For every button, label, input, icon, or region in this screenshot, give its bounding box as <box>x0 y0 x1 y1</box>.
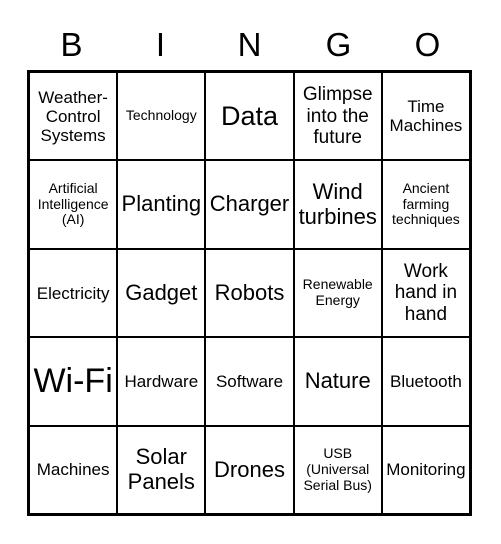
bingo-cell[interactable]: Nature <box>294 338 383 425</box>
bingo-cell-label: Software <box>215 371 284 391</box>
bingo-grid: Weather-Control Systems Technology Data … <box>27 70 472 516</box>
bingo-cell-label: Monitoring <box>386 460 466 480</box>
bingo-cell-label: Work hand in hand <box>394 261 458 325</box>
bingo-cell-label: Robots <box>214 279 285 305</box>
bingo-cell[interactable]: Robots <box>206 249 295 337</box>
bingo-cell-label: Gadget <box>125 279 198 305</box>
bingo-cell[interactable]: Monitoring <box>382 426 470 514</box>
bingo-cell[interactable]: Wi-Fi <box>30 338 119 425</box>
bingo-cell[interactable]: Hardware <box>118 338 207 425</box>
bingo-cell[interactable]: Gadget <box>118 249 207 337</box>
bingo-cell[interactable]: Ancient farming techniques <box>382 161 470 248</box>
bingo-cell-label: Electricity <box>36 283 110 303</box>
bingo-cell-label: Drones <box>214 456 285 482</box>
bingo-row: Weather-Control Systems Technology Data … <box>30 73 470 162</box>
bingo-cell-label: Planting <box>121 191 202 217</box>
bingo-header-letter-o: O <box>414 25 441 63</box>
bingo-cell[interactable]: Electricity <box>30 249 119 337</box>
bingo-row: Electricity Gadget Robots Renewable Ener… <box>30 249 470 339</box>
bingo-cell-label: Bluetooth <box>389 371 462 391</box>
bingo-cell-label: Nature <box>304 368 371 394</box>
bingo-cell-label: Weather-Control Systems <box>38 87 108 145</box>
bingo-cell-label: USB (Universal Serial Bus) <box>303 445 372 493</box>
bingo-cell-label: Data <box>220 101 279 132</box>
bingo-header-letter-b: B <box>60 25 83 63</box>
bingo-cell[interactable]: Work hand in hand <box>382 249 470 337</box>
bingo-cell-label: Time Machines <box>389 97 463 136</box>
bingo-header-letter-g: G <box>325 25 352 63</box>
bingo-header-row: B I N G O <box>27 18 472 70</box>
bingo-cell-label: Machines <box>36 460 110 480</box>
bingo-cell-label: Charger <box>209 191 290 217</box>
bingo-cell-label: Renewable Energy <box>302 276 373 309</box>
bingo-cell[interactable]: Solar Panels <box>118 426 207 514</box>
bingo-cell[interactable]: Bluetooth <box>382 338 470 425</box>
bingo-cell-label: Ancient farming techniques <box>392 180 460 228</box>
bingo-cell[interactable]: USB (Universal Serial Bus) <box>294 426 383 514</box>
bingo-cell[interactable]: Software <box>206 338 295 425</box>
bingo-row: Artificial Intelligence (AI) Planting Ch… <box>30 161 470 250</box>
bingo-cell[interactable]: Machines <box>30 426 119 514</box>
bingo-cell[interactable]: Charger <box>206 161 295 248</box>
bingo-cell-label: Technology <box>125 107 197 124</box>
bingo-header-letter-n: N <box>237 25 262 63</box>
bingo-header-letter-i: I <box>155 25 166 63</box>
bingo-cell-label: Artificial Intelligence (AI) <box>37 180 109 228</box>
bingo-row: Machines Solar Panels Drones USB (Univer… <box>30 426 470 514</box>
bingo-cell[interactable]: Data <box>206 73 295 160</box>
bingo-cell-label: Wi-Fi <box>33 362 113 401</box>
bingo-cell-label: Wind turbines <box>298 178 377 229</box>
bingo-cell-label: Solar Panels <box>127 444 195 494</box>
bingo-row: Wi-Fi Hardware Software Nature Bluetooth <box>30 338 470 427</box>
bingo-cell[interactable]: Weather-Control Systems <box>30 73 119 160</box>
bingo-cell-label: Hardware <box>124 371 199 391</box>
bingo-cell[interactable]: Drones <box>206 426 295 514</box>
bingo-cell[interactable]: Planting <box>118 161 207 248</box>
bingo-cell[interactable]: Wind turbines <box>294 161 383 248</box>
bingo-cell[interactable]: Artificial Intelligence (AI) <box>30 161 119 248</box>
bingo-cell-label: Glimpse into the future <box>302 84 373 148</box>
bingo-card: B I N G O Weather-Control Systems Techno… <box>0 0 501 544</box>
bingo-cell[interactable]: Glimpse into the future <box>294 73 383 160</box>
bingo-cell[interactable]: Renewable Energy <box>294 249 383 337</box>
bingo-cell[interactable]: Technology <box>118 73 207 160</box>
bingo-cell[interactable]: Time Machines <box>382 73 470 160</box>
